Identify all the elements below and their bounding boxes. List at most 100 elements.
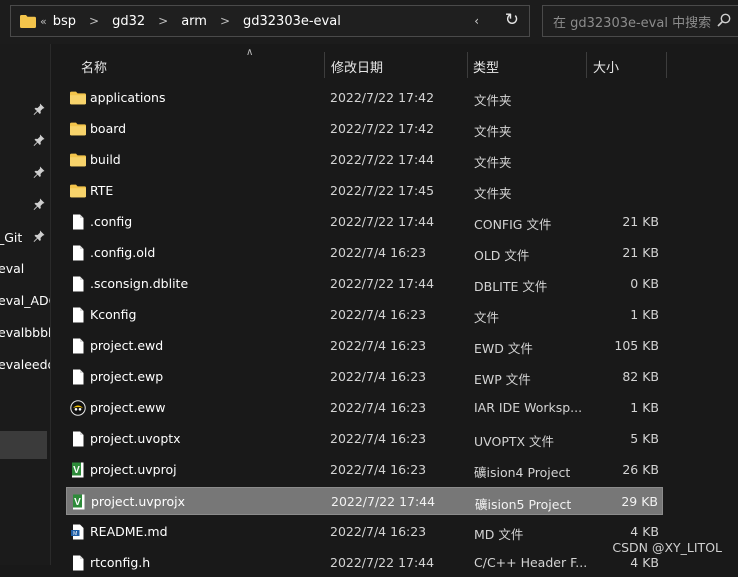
- column-divider[interactable]: [586, 52, 587, 78]
- file-row[interactable]: .config 2022/7/22 17:44 CONFIG 文件 21 KB: [66, 208, 663, 236]
- nav-item[interactable]: evaleedd: [0, 351, 50, 377]
- nav-item-label: eval_ADC: [0, 292, 50, 308]
- refresh-icon[interactable]: ↻: [505, 10, 519, 30]
- file-size: 105 KB: [614, 338, 659, 353]
- nav-item[interactable]: [0, 192, 50, 218]
- file-icon: [70, 276, 86, 292]
- pane-splitter[interactable]: [50, 44, 51, 565]
- file-type: IAR IDE Worksp...: [474, 400, 583, 415]
- svg-text:V: V: [74, 497, 81, 508]
- svg-text:V: V: [73, 465, 80, 476]
- pin-icon[interactable]: [33, 103, 45, 115]
- nav-item[interactable]: _Git: [0, 224, 50, 250]
- iar-workspace-icon: [70, 400, 86, 416]
- nav-item[interactable]: eval: [0, 255, 50, 281]
- nav-item[interactable]: [0, 97, 50, 123]
- file-size: 21 KB: [622, 214, 659, 229]
- breadcrumb-arm[interactable]: arm: [181, 14, 207, 29]
- nav-item-label: evaleedd: [0, 356, 50, 372]
- file-icon: [70, 555, 86, 571]
- file-type: UVOPTX 文件: [474, 434, 555, 449]
- file-name: README.md: [90, 524, 168, 539]
- file-name: .config: [90, 214, 133, 229]
- nav-item[interactable]: [0, 160, 50, 186]
- file-row[interactable]: Vproject.uvproj 2022/7/4 16:23 礦ision4 Pro…: [66, 456, 663, 484]
- breadcrumb-separator-icon[interactable]: >: [89, 14, 99, 28]
- file-date: 2022/7/4 16:23: [330, 245, 427, 260]
- keil-project-icon: V: [71, 494, 87, 510]
- address-bar[interactable]: « bsp > gd32 > arm > gd32303e-eval ‹ ↻: [10, 5, 530, 37]
- nav-item[interactable]: [0, 128, 50, 154]
- column-header: ∧ 名称 修改日期 类型 大小: [51, 44, 738, 84]
- file-row[interactable]: M README.md 2022/7/4 16:23 MD 文件 4 KB: [66, 518, 663, 546]
- file-row[interactable]: Kconfig 2022/7/4 16:23 文件 1 KB: [66, 301, 663, 329]
- file-type: 文件夹: [474, 124, 512, 139]
- column-divider[interactable]: [324, 52, 325, 78]
- file-type: 文件夹: [474, 93, 512, 108]
- pin-icon[interactable]: [33, 134, 45, 146]
- file-row[interactable]: applications 2022/7/22 17:42 文件夹: [66, 84, 663, 112]
- folder-icon: [70, 121, 86, 137]
- breadcrumb-separator-icon[interactable]: >: [158, 14, 168, 28]
- file-name: RTE: [90, 183, 114, 198]
- file-date: 2022/7/4 16:23: [330, 462, 427, 477]
- file-row[interactable]: board 2022/7/22 17:42 文件夹: [66, 115, 663, 143]
- file-type: EWD 文件: [474, 341, 533, 356]
- file-name: project.uvoptx: [90, 431, 181, 446]
- breadcrumb-current-folder[interactable]: gd32303e-eval: [243, 14, 341, 29]
- file-date: 2022/7/4 16:23: [330, 524, 427, 539]
- file-row[interactable]: Vproject.uvprojx 2022/7/22 17:44 礦ision5 P…: [66, 487, 663, 515]
- file-row[interactable]: RTE 2022/7/22 17:45 文件夹: [66, 177, 663, 205]
- file-row[interactable]: project.uvoptx 2022/7/4 16:23 UVOPTX 文件 5 K…: [66, 425, 663, 453]
- file-row[interactable]: rtconfig.h 2022/7/22 17:44 C/C++ Header F.…: [66, 549, 663, 577]
- pin-icon[interactable]: [33, 166, 45, 178]
- file-type: 文件夹: [474, 186, 512, 201]
- file-type: 礦ision4 Project: [474, 465, 571, 480]
- keil-project-icon: V: [70, 462, 86, 478]
- history-dropdown-icon[interactable]: ‹: [474, 14, 479, 28]
- folder-icon: [20, 14, 36, 28]
- file-name: project.ewp: [90, 369, 164, 384]
- column-divider[interactable]: [666, 52, 667, 78]
- file-date: 2022/7/4 16:23: [330, 431, 427, 446]
- search-box[interactable]: 在 gd32303e-eval 中搜索: [542, 5, 738, 37]
- breadcrumb-gd32[interactable]: gd32: [112, 14, 145, 29]
- file-row[interactable]: project.ewd 2022/7/4 16:23 EWD 文件 105 KB: [66, 332, 663, 360]
- overflow-chevron-icon[interactable]: «: [40, 15, 47, 28]
- nav-item-label: evalbbbb: [0, 324, 50, 340]
- file-type: CONFIG 文件: [474, 217, 552, 232]
- column-divider[interactable]: [467, 52, 468, 78]
- file-row[interactable]: project.eww 2022/7/4 16:23 IAR IDE Worksp.…: [66, 394, 663, 422]
- column-header-size[interactable]: 大小: [593, 57, 619, 76]
- breadcrumb-separator-icon[interactable]: >: [220, 14, 230, 28]
- search-placeholder[interactable]: 在 gd32303e-eval 中搜索: [553, 12, 711, 31]
- file-size: 4 KB: [630, 555, 659, 570]
- file-name: .sconsign.dblite: [90, 276, 189, 291]
- file-size: 82 KB: [622, 369, 659, 384]
- file-row[interactable]: .sconsign.dblite 2022/7/22 17:44 DBLITE 文件…: [66, 270, 663, 298]
- breadcrumb-bsp[interactable]: bsp: [53, 14, 76, 29]
- file-row[interactable]: project.ewp 2022/7/4 16:23 EWP 文件 82 KB: [66, 363, 663, 391]
- search-icon[interactable]: [717, 13, 731, 27]
- nav-item[interactable]: evalbbbb: [0, 319, 50, 345]
- pin-icon[interactable]: [33, 230, 45, 242]
- column-header-date[interactable]: 修改日期: [331, 57, 383, 76]
- file-size: 21 KB: [622, 245, 659, 260]
- nav-item-label: eval: [0, 260, 25, 276]
- nav-item[interactable]: eval_ADC: [0, 287, 50, 313]
- file-row[interactable]: .config.old 2022/7/4 16:23 OLD 文件 21 KB: [66, 239, 663, 267]
- nav-selected-item[interactable]: [0, 431, 47, 459]
- file-type: 文件: [474, 310, 500, 325]
- pin-icon[interactable]: [33, 198, 45, 210]
- column-header-type[interactable]: 类型: [473, 57, 499, 76]
- file-date: 2022/7/4 16:23: [330, 369, 427, 384]
- file-size: 1 KB: [630, 400, 659, 415]
- file-date: 2022/7/4 16:23: [330, 338, 427, 353]
- file-type: 文件夹: [474, 155, 512, 170]
- file-icon: [70, 245, 86, 261]
- file-date: 2022/7/4 16:23: [330, 307, 427, 322]
- column-header-name[interactable]: 名称: [81, 57, 107, 76]
- file-row[interactable]: build 2022/7/22 17:44 文件夹: [66, 146, 663, 174]
- file-name: board: [90, 121, 127, 136]
- file-size: 4 KB: [630, 524, 659, 539]
